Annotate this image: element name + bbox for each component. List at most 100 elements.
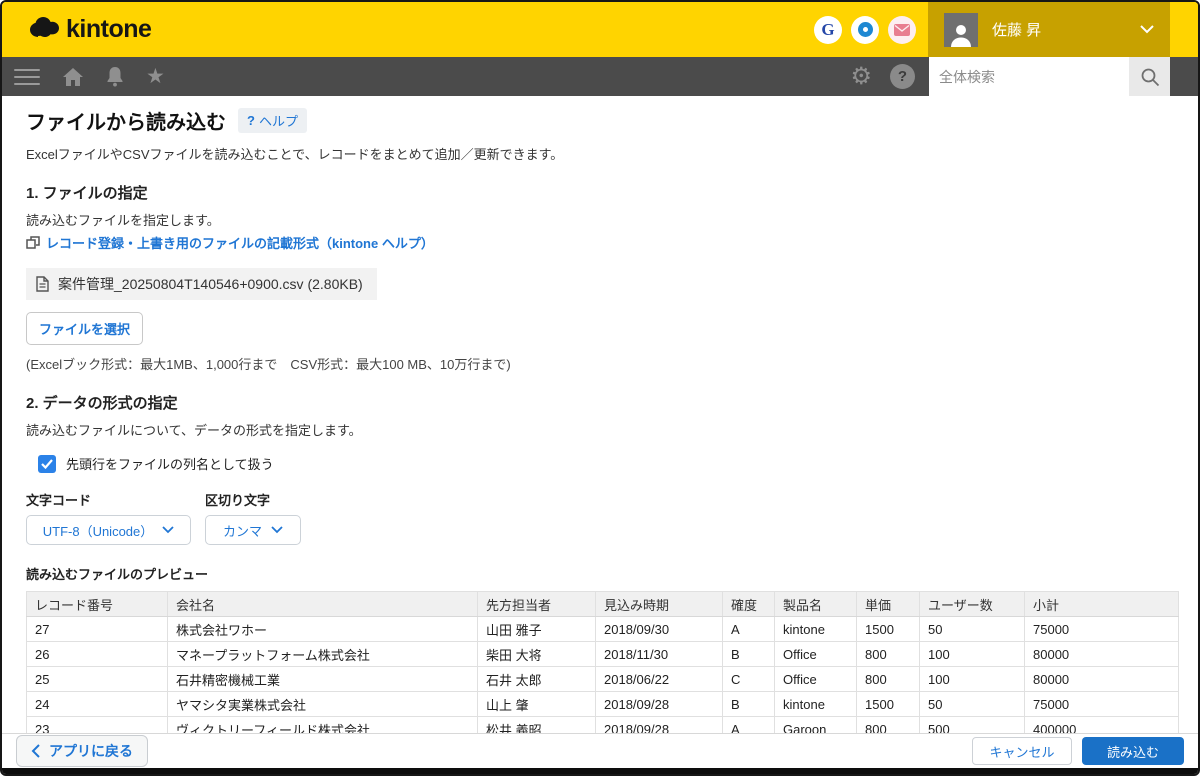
table-row: 27 株式会社ワホー 山田 雅子 2018/09/30 Akintone 1500 50 75… (26, 616, 1179, 642)
search-input[interactable] (929, 68, 1129, 85)
avatar (944, 12, 978, 47)
help-icon[interactable]: ? (890, 64, 915, 89)
chevron-left-icon (31, 744, 40, 758)
charset-label: 文字コード (26, 493, 92, 508)
table-cell: 2018/09/28 (595, 716, 723, 733)
format-help-link[interactable]: レコード登録・上書き用のファイルの記載形式（kintone ヘルプ） (26, 233, 1198, 252)
table-cell: 23 (26, 716, 168, 733)
column-header: 製品名 (774, 591, 857, 617)
table-cell: 石井精密機械工業 (167, 666, 478, 692)
table-row: 25 石井精密機械工業 石井 太郎 2018/06/22 C Office 800 100 80… (26, 666, 1179, 692)
user-menu[interactable]: 佐藤 昇 (928, 2, 1170, 57)
checkbox-label: 先頭行をファイルの列名として扱う (66, 457, 274, 472)
table-cell: 26 (26, 641, 168, 667)
google-icon[interactable]: G (814, 15, 842, 44)
table-cell: kintone (774, 616, 857, 642)
table-cell: kintone (774, 691, 857, 717)
chevron-down-icon (162, 526, 174, 534)
selected-file-chip: 案件管理_20250804T140546+0900.csv (2.80KB) (26, 268, 377, 300)
preview-table: レコード番号 会社名 先方担当者 見込み時期 確度 製品名 単価 ユーザー数 小計 27 株式会社… (26, 591, 1179, 733)
bell-icon[interactable] (106, 66, 124, 87)
header-row-checkbox[interactable] (38, 454, 56, 473)
table-cell: 1500 (856, 691, 920, 717)
file-limits-note: (Excelブック形式：最大1MB、1,000行まで CSV形式：最大100 M… (26, 357, 511, 372)
table-cell: 25 (26, 666, 168, 692)
page-help-link[interactable]: ? ヘルプ (238, 108, 307, 133)
page-title: ファイルから読み込む (26, 112, 226, 134)
table-cell: B (722, 691, 775, 717)
service-icons: G (814, 15, 916, 44)
table-cell: 24 (26, 691, 168, 717)
table-row: 23 ヴィクトリーフィールド株式会社 松井 義昭 2018/09/28 A Garoon 8… (26, 716, 1179, 733)
table-cell: 80000 (1024, 666, 1179, 692)
table-cell: 2018/09/28 (595, 691, 723, 717)
file-section-description: 読み込むファイルを指定します。 (26, 213, 220, 228)
table-cell: 100 (919, 666, 1025, 692)
cloud-logo-icon (28, 15, 62, 44)
select-file-button[interactable]: ファイルを選択 (26, 312, 144, 345)
table-cell: 石井 太郎 (477, 666, 596, 692)
preview-heading: 読み込むファイルのプレビュー (26, 567, 209, 582)
cancel-button[interactable]: キャンセル (972, 737, 1072, 765)
chevron-down-icon (1140, 21, 1154, 39)
search-button[interactable] (1129, 57, 1170, 96)
logo-text: kintone (66, 15, 152, 43)
table-cell: Office (774, 666, 857, 692)
delimiter-label: 区切り文字 (205, 493, 271, 508)
table-cell: マネープラットフォーム株式会社 (167, 641, 478, 667)
column-header: 単価 (856, 591, 920, 617)
help-label: ヘルプ (258, 114, 298, 129)
home-icon[interactable] (62, 67, 84, 87)
column-header: 確度 (722, 591, 775, 617)
ring-glyph (857, 22, 873, 37)
table-cell: Garoon (774, 716, 857, 733)
nav-bar: ★ ⚙ ? (2, 57, 1198, 96)
table-cell: 80000 (1024, 641, 1179, 667)
column-header: 先方担当者 (477, 591, 596, 617)
table-cell: 柴田 大将 (477, 641, 596, 667)
check-icon (41, 458, 53, 469)
table-row: 26 マネープラットフォーム株式会社 柴田 大将 2018/11/30 B Office 8… (26, 641, 1179, 667)
chevron-down-icon (271, 526, 283, 534)
table-cell: A (722, 616, 775, 642)
table-cell: 2018/09/30 (595, 616, 723, 642)
column-header: 見込み時期 (595, 591, 723, 617)
file-section-heading: 1. ファイルの指定 (26, 185, 148, 202)
envelope-glyph (894, 23, 910, 36)
table-cell: ヴィクトリーフィールド株式会社 (167, 716, 478, 733)
back-to-app-button[interactable]: アプリに戻る (16, 735, 148, 767)
table-cell: 2018/11/30 (595, 641, 723, 667)
table-cell: C (722, 666, 775, 692)
table-cell: 松井 義昭 (477, 716, 596, 733)
column-header: 小計 (1024, 591, 1179, 617)
table-row: 24 ヤマシタ実業株式会社 山上 肇 2018/09/28 Bkintone 1500 50… (26, 691, 1179, 717)
hamburger-menu-icon[interactable] (14, 68, 40, 85)
star-icon[interactable]: ★ (146, 66, 165, 87)
circle-service-icon[interactable] (851, 15, 879, 44)
table-cell: 100 (919, 641, 1025, 667)
table-header: レコード番号 会社名 先方担当者 見込み時期 確度 製品名 単価 ユーザー数 小計 (26, 591, 1179, 617)
file-icon (36, 276, 49, 292)
import-button[interactable]: 読み込む (1082, 737, 1184, 765)
column-header: レコード番号 (26, 591, 168, 617)
table-cell: 株式会社ワホー (167, 616, 478, 642)
gear-icon[interactable]: ⚙ (850, 64, 872, 89)
mail-icon[interactable] (888, 15, 916, 44)
page-description: ExcelファイルやCSVファイルを読み込むことで、レコードをまとめて追加／更新… (26, 147, 564, 162)
external-link-icon (26, 236, 40, 249)
table-cell: 800 (856, 641, 920, 667)
column-header: 会社名 (167, 591, 478, 617)
nav-spacer (1170, 57, 1198, 96)
kintone-logo[interactable]: kintone (28, 15, 152, 44)
table-cell: 山上 肇 (477, 691, 596, 717)
header-spacer (1170, 2, 1198, 57)
top-header: kintone G 佐藤 昇 (2, 2, 1198, 57)
charset-dropdown[interactable]: UTF-8（Unicode） (26, 515, 191, 545)
delimiter-dropdown[interactable]: カンマ (205, 515, 301, 545)
window-bottom-bar (2, 768, 1198, 774)
table-cell: 800 (856, 666, 920, 692)
table-cell: 75000 (1024, 616, 1179, 642)
app-window: kintone G 佐藤 昇 ★ ⚙ ? 全体検索 ファイルから読み込む ? ヘ… (0, 0, 1200, 776)
file-name: 案件管理_20250804T140546+0900.csv (2.80KB) (58, 276, 363, 292)
table-cell: 500 (919, 716, 1025, 733)
